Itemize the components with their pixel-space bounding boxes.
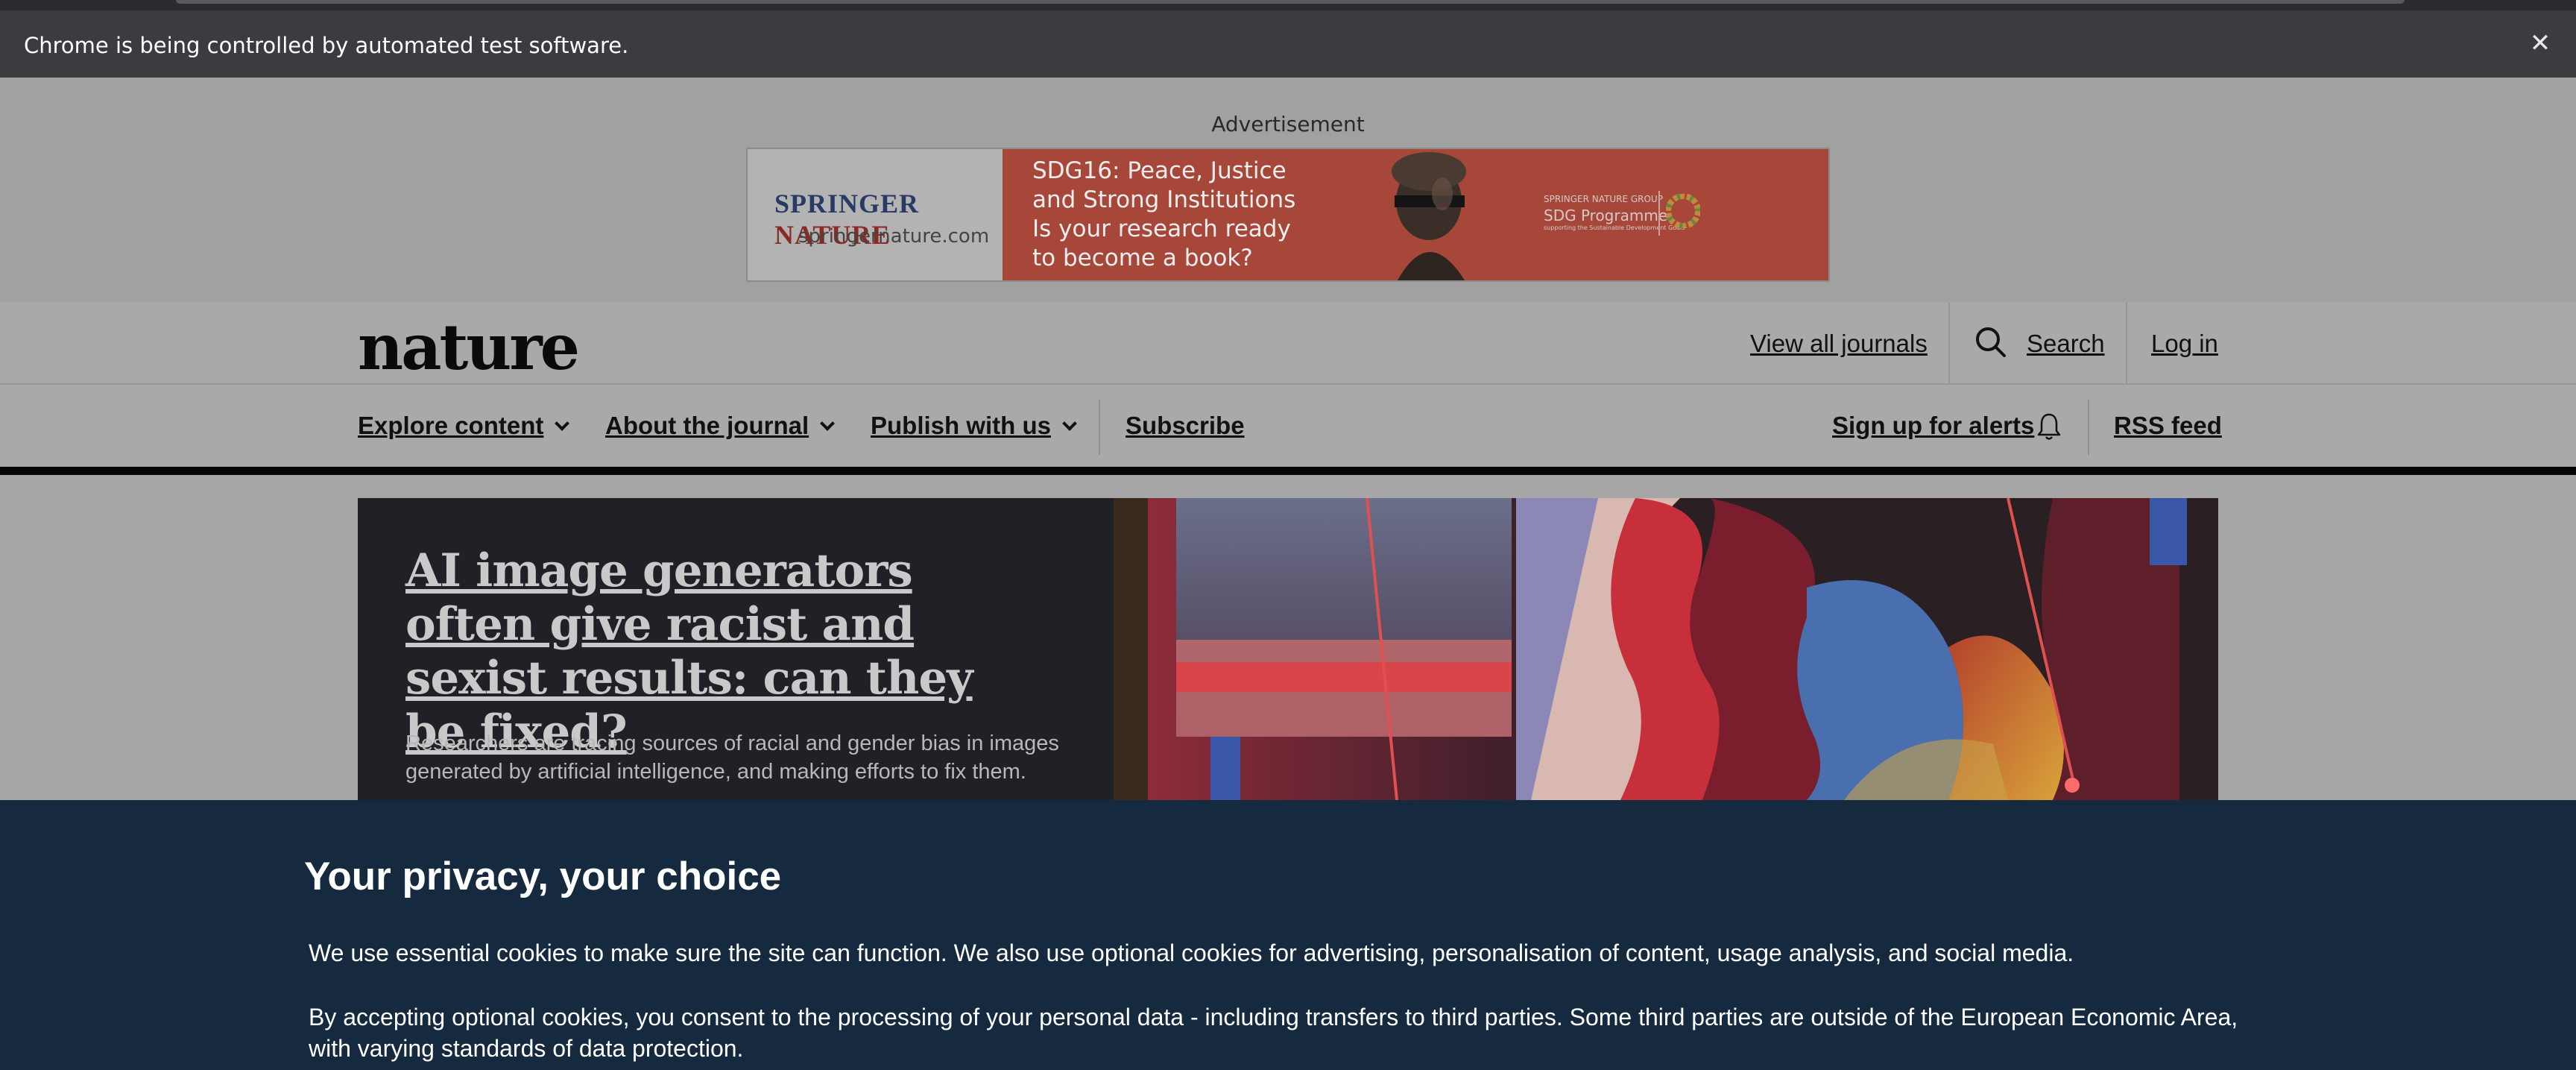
nav-subscribe[interactable]: Subscribe bbox=[1126, 412, 1245, 440]
view-all-journals-link[interactable]: View all journals bbox=[1750, 330, 1928, 358]
justice-bust-image bbox=[1360, 149, 1494, 280]
hero-title-link[interactable]: AI image generators often give racist an… bbox=[405, 544, 1046, 759]
nav-explore-content[interactable]: Explore content bbox=[358, 412, 570, 440]
advertisement-area: Advertisement Springer Nature springerna… bbox=[0, 78, 2576, 303]
nav-about-journal[interactable]: About the journal bbox=[605, 412, 836, 440]
nav-publish-with-us[interactable]: Publish with us bbox=[871, 412, 1077, 440]
hero-illustration[interactable] bbox=[1114, 498, 2218, 800]
close-icon[interactable]: ✕ bbox=[2524, 27, 2557, 60]
journal-nav: Explore content About the journal Publis… bbox=[0, 385, 2576, 468]
advertisement-label: Advertisement bbox=[1211, 112, 1365, 136]
nav-divider bbox=[2088, 400, 2089, 455]
cookie-paragraph: We use essential cookies to make sure th… bbox=[309, 940, 2074, 966]
ad-brand-url: springernature.com bbox=[798, 225, 990, 248]
header-divider bbox=[1948, 303, 1950, 385]
login-link[interactable]: Log in bbox=[2151, 330, 2218, 358]
header-divider bbox=[2126, 303, 2127, 385]
bell-icon[interactable] bbox=[2036, 412, 2062, 441]
sign-up-alerts-link[interactable]: Sign up for alerts bbox=[1832, 412, 2034, 440]
ad-message-panel: SDG16: Peace, Justice and Strong Institu… bbox=[1003, 149, 1828, 280]
browser-tab-strip bbox=[176, 0, 2405, 4]
cookie-consent-banner: Your privacy, your choice We use essenti… bbox=[0, 800, 2576, 1070]
site-header: nature View all journals Search Log in bbox=[0, 303, 2576, 385]
chevron-down-icon bbox=[555, 416, 570, 431]
search-link[interactable]: Search bbox=[2027, 330, 2105, 358]
automation-infobar: Chrome is being controlled by automated … bbox=[0, 10, 2576, 78]
hero-article[interactable]: AI image generators often give racist an… bbox=[358, 498, 2218, 800]
cookie-title: Your privacy, your choice bbox=[304, 855, 782, 899]
search-icon[interactable] bbox=[1974, 325, 2008, 359]
nav-bottom-rule bbox=[0, 467, 2576, 475]
browser-top-strip bbox=[0, 0, 2576, 10]
hero-summary: Researchers are tracing sources of racia… bbox=[405, 731, 1059, 784]
ad-divider bbox=[1658, 191, 1660, 236]
nature-logo[interactable]: nature bbox=[358, 310, 580, 384]
sdg-wheel-icon bbox=[1666, 194, 1700, 228]
nav-divider bbox=[1099, 400, 1100, 455]
ad-brand-panel: Springer Nature springernature.com bbox=[748, 149, 1003, 280]
ad-headline: SDG16: Peace, Justice and Strong Institu… bbox=[1032, 157, 1296, 271]
cookie-paragraph: By accepting optional cookies, you conse… bbox=[309, 1004, 2238, 1062]
chevron-down-icon bbox=[1062, 416, 1077, 431]
chevron-down-icon bbox=[820, 416, 836, 431]
infobar-message: Chrome is being controlled by automated … bbox=[24, 33, 629, 58]
sdg-programme-label: SPRINGER NATURE GROUP SDG Programme supp… bbox=[1544, 194, 1685, 231]
rss-feed-link[interactable]: RSS feed bbox=[2114, 412, 2222, 440]
ad-banner[interactable]: Springer Nature springernature.com SDG16… bbox=[746, 148, 1830, 282]
